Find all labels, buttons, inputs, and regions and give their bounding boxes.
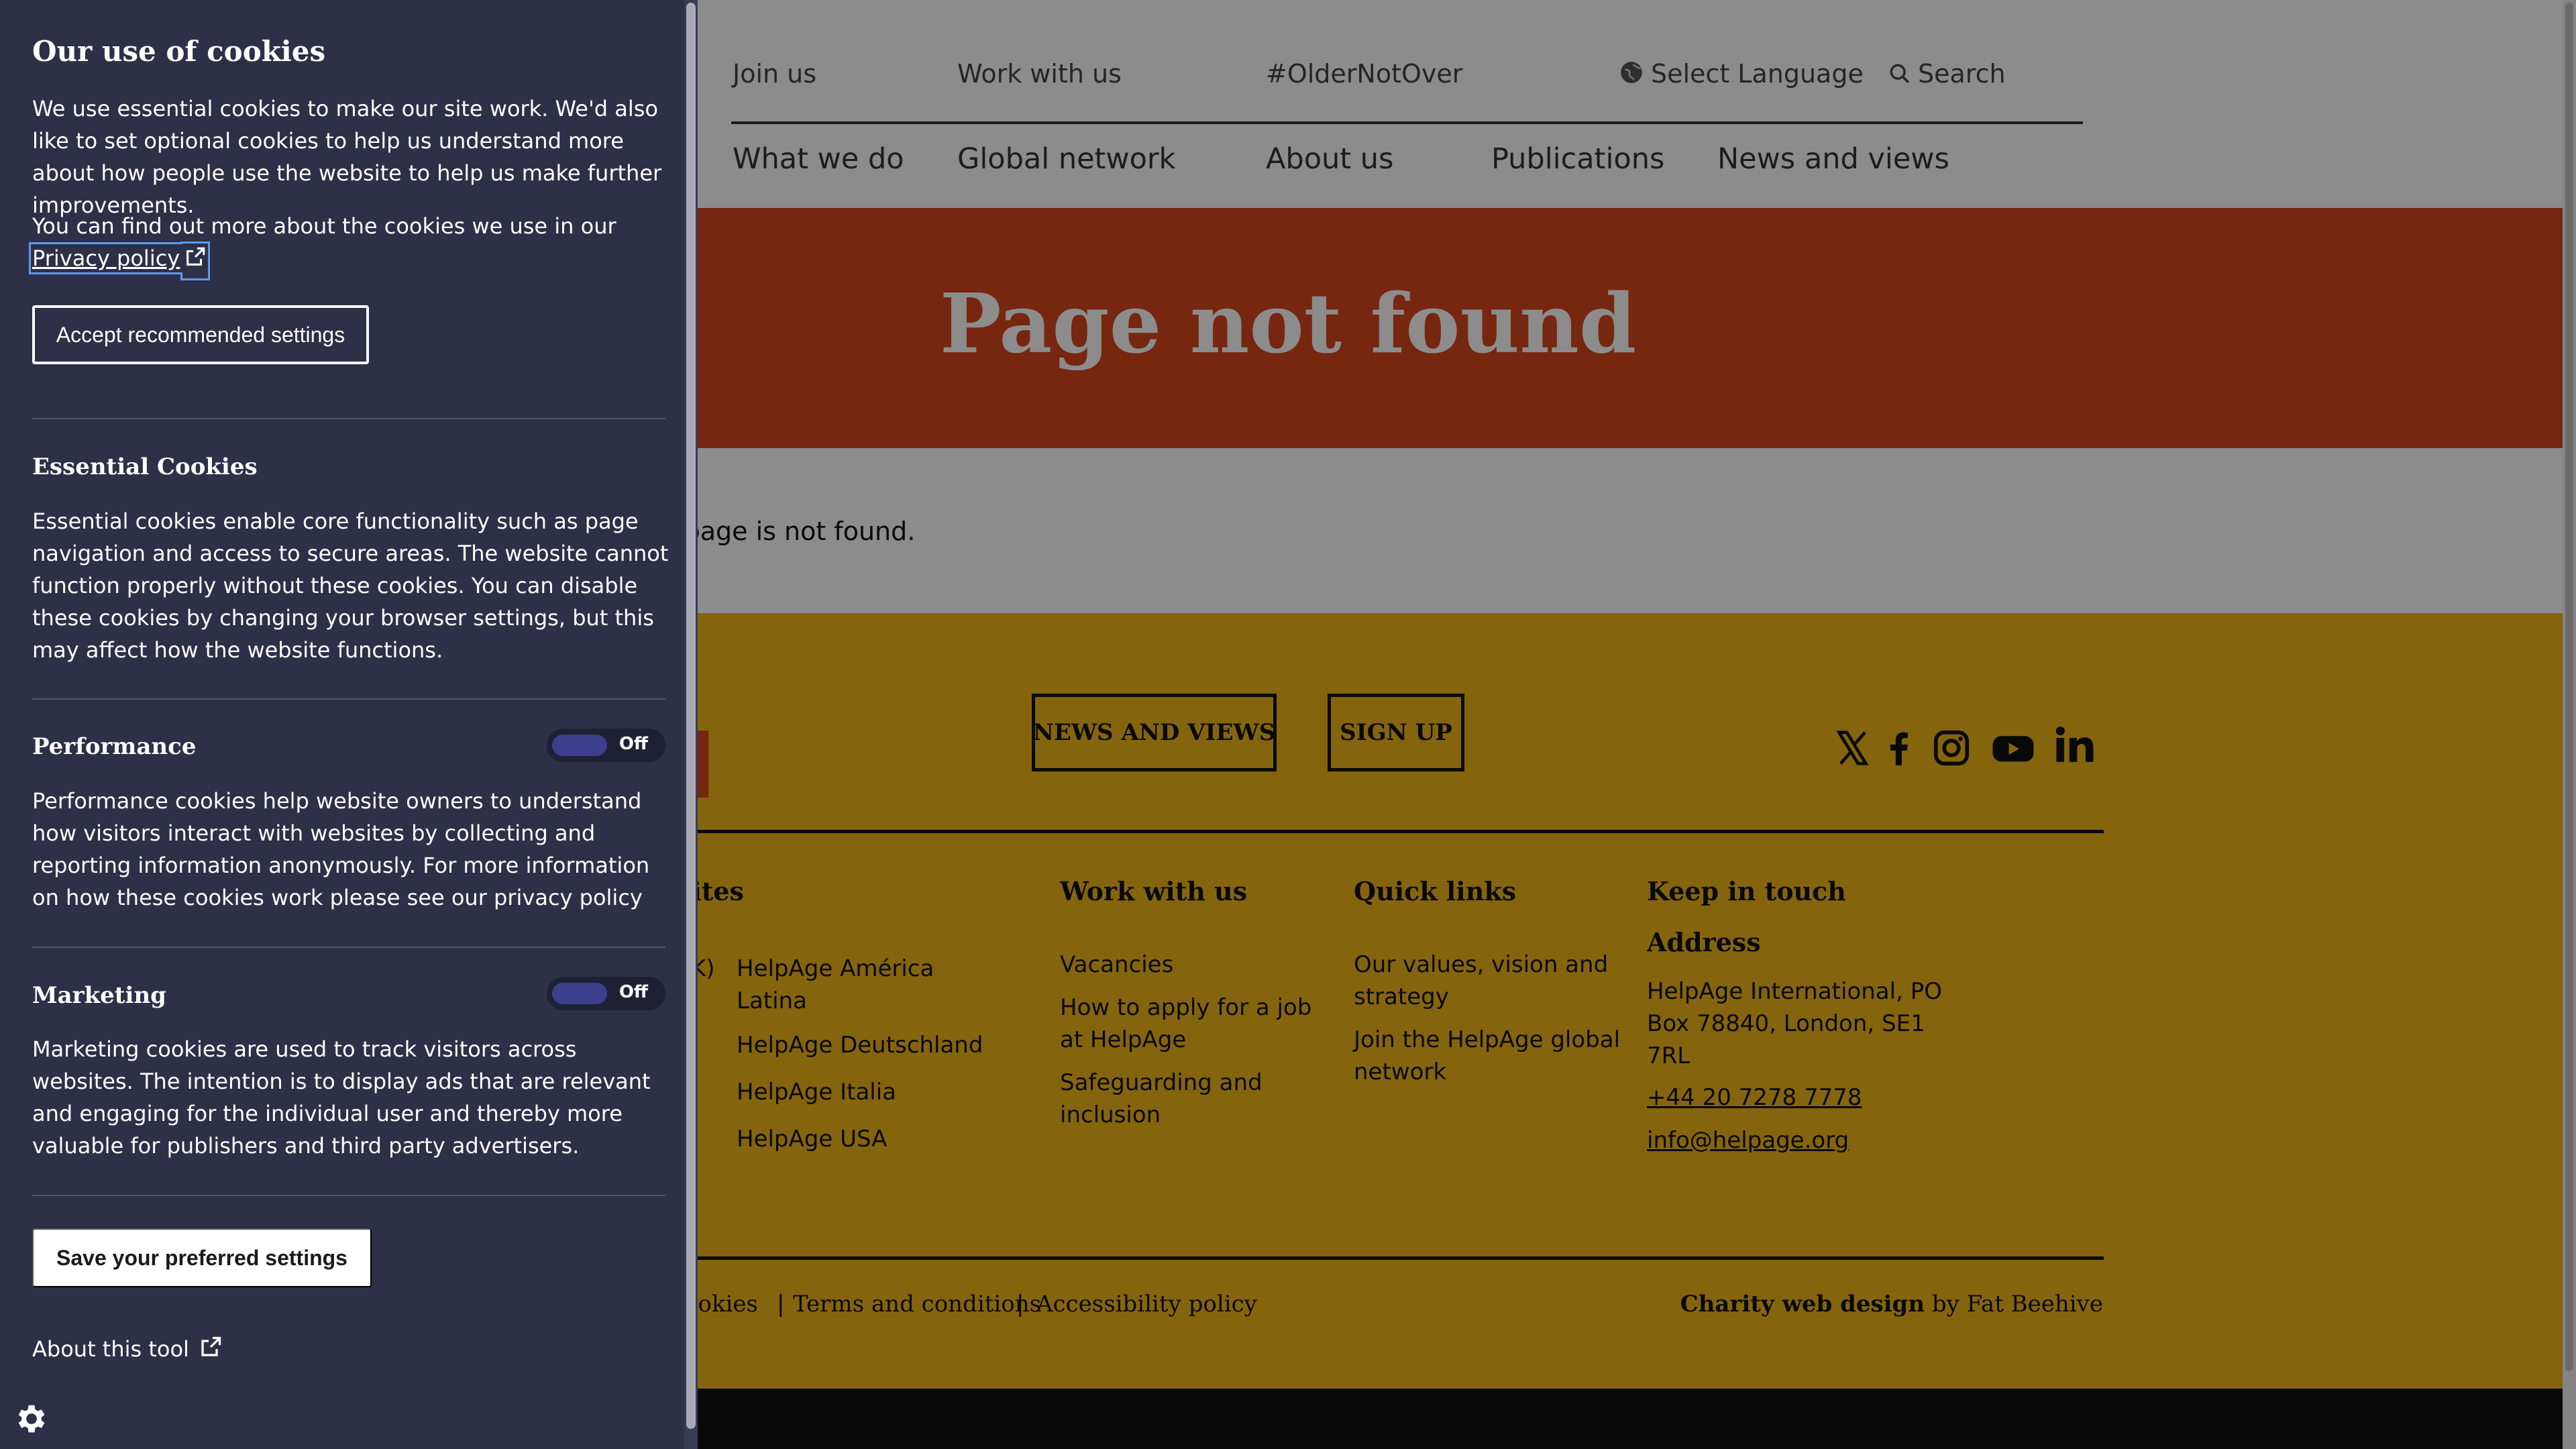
divider bbox=[32, 947, 665, 948]
privacy-policy-label: Privacy policy bbox=[32, 246, 180, 271]
external-link-icon bbox=[199, 1335, 223, 1364]
cookie-panel-scrollbar[interactable] bbox=[684, 0, 698, 1449]
toggle-knob bbox=[552, 735, 607, 756]
find-more-text: You can find out more about the cookies … bbox=[32, 213, 616, 239]
marketing-toggle[interactable]: Off bbox=[547, 977, 665, 1010]
cookie-intro-text: We use essential cookies to make our sit… bbox=[32, 96, 662, 218]
save-preferred-settings-button[interactable]: Save your preferred settings bbox=[32, 1228, 372, 1287]
divider bbox=[32, 418, 665, 419]
cookie-find-more: You can find out more about the cookies … bbox=[28, 210, 669, 277]
gear-icon[interactable] bbox=[12, 1401, 48, 1437]
divider bbox=[32, 698, 665, 700]
about-this-tool-label: About this tool bbox=[32, 1336, 189, 1362]
cookie-panel: Our use of cookies We use essential cook… bbox=[0, 0, 698, 1449]
privacy-policy-link[interactable]: Privacy policy bbox=[28, 242, 211, 274]
cookie-panel-title: Our use of cookies bbox=[32, 35, 326, 68]
marketing-toggle-state: Off bbox=[619, 982, 648, 1002]
essential-cookies-heading: Essential Cookies bbox=[32, 453, 258, 480]
external-link-icon bbox=[184, 245, 207, 277]
cookie-panel-scrollbar-thumb[interactable] bbox=[686, 3, 696, 1429]
performance-text: Performance cookies help website owners … bbox=[32, 788, 650, 910]
performance-heading: Performance bbox=[32, 733, 197, 760]
accept-recommended-button[interactable]: Accept recommended settings bbox=[32, 305, 369, 364]
about-this-tool-link[interactable]: About this tool bbox=[32, 1335, 223, 1364]
essential-cookies-text: Essential cookies enable core functional… bbox=[32, 508, 669, 663]
performance-toggle-state: Off bbox=[619, 734, 648, 754]
toggle-knob bbox=[552, 983, 607, 1004]
marketing-text: Marketing cookies are used to track visi… bbox=[32, 1036, 651, 1159]
divider bbox=[32, 1195, 665, 1196]
marketing-heading: Marketing bbox=[32, 982, 166, 1009]
performance-toggle[interactable]: Off bbox=[547, 729, 665, 762]
